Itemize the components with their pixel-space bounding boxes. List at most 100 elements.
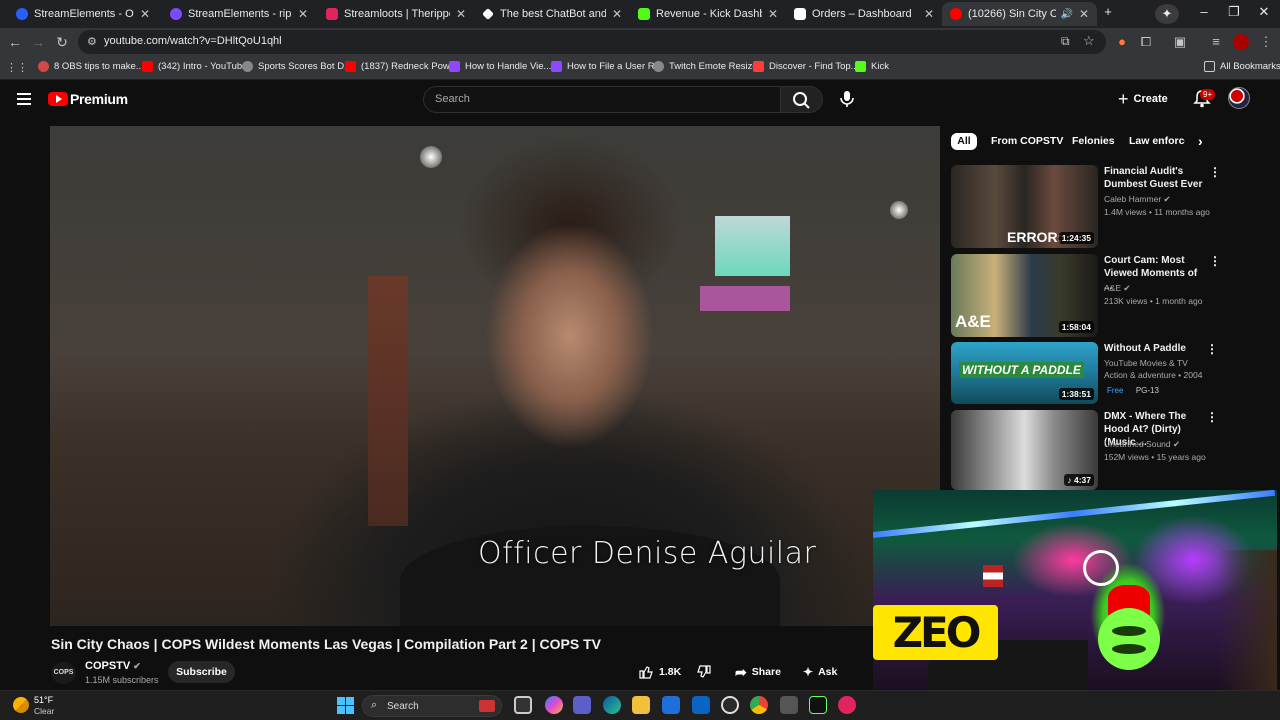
close-tab-icon[interactable]: ✕ [456,7,466,21]
recommendation-channel[interactable]: A&E ✔ [1104,283,1131,294]
address-bar[interactable]: ⚙ youtube.com/watch?v=DHltQoU1qhl ⧉ ☆ [78,30,1106,54]
extensions-puzzle-icon[interactable]: ⧠ [1138,34,1154,50]
all-bookmarks-button[interactable]: All Bookmarks [1204,61,1280,72]
store-icon[interactable] [662,696,680,714]
browser-tab[interactable]: Revenue - Kick Dashboard ✕ [630,2,786,26]
close-tab-icon[interactable]: ✕ [1079,7,1089,21]
recommendation-channel[interactable]: YouTube Movies & TV [1104,358,1188,368]
browser-tab[interactable]: StreamElements - Overlays ✕ [8,2,158,26]
search-button[interactable] [781,86,823,113]
obs-icon[interactable] [721,696,739,714]
bookmark-item[interactable]: Discover - Find Top... [753,61,859,72]
close-tab-icon[interactable]: ✕ [612,7,622,21]
more-options-icon[interactable]: ⋮ [1209,254,1221,268]
video-player[interactable]: Officer Denise Aguilar [50,126,940,626]
app-icon[interactable] [838,696,856,714]
taskbar-search[interactable]: ⌕ Search [362,695,502,717]
dislike-button[interactable] [696,661,712,683]
close-tab-icon[interactable]: ✕ [140,7,150,21]
youtube-header: Premium Search + Create 9+ [0,80,1280,120]
chip-felonies[interactable]: Felonies [1072,133,1115,150]
logo-text[interactable]: Premium [70,91,128,107]
subscribe-button[interactable]: Subscribe [168,661,235,683]
youtube-logo-icon[interactable] [48,92,68,106]
apps-grid-icon[interactable]: ⋮⋮ [6,60,28,76]
cast-icon[interactable]: ⧉ [1061,34,1070,49]
bookmark-item[interactable]: (1837) Redneck Pow... [345,61,457,72]
close-tab-icon[interactable]: ✕ [924,7,934,21]
channel-avatar[interactable]: COPS [51,662,76,684]
share-button[interactable]: ➦ Share [735,661,781,683]
video-thumbnail[interactable]: ♪ 4:37 [951,410,1098,490]
recommendation-item[interactable]: WITHOUT A PADDLE 1:38:51 Without A Paddl… [951,342,1261,404]
browser-tab[interactable]: Streamloots | Therippedredne ✕ [318,2,474,26]
recommendation-item[interactable]: ERROR: 1:24:35 Financial Audit's Dumbest… [951,165,1261,248]
close-tab-icon[interactable]: ✕ [298,7,308,21]
menu-icon[interactable] [17,93,31,105]
recommendation-item[interactable]: ♪ 4:37 DMX - Where The Hood At? (Dirty) … [951,410,1261,490]
ask-button[interactable]: ✦ Ask [803,661,837,683]
side-panel-icon[interactable]: ▣ [1172,34,1188,50]
app-icon[interactable] [780,696,798,714]
back-button[interactable]: ← [6,34,24,50]
speaker-icon[interactable]: 🔊 [1060,9,1072,20]
reload-button[interactable]: ↻ [53,34,71,50]
gemini-icon[interactable]: ✦ [1155,4,1179,24]
bookmark-item[interactable]: How to Handle Vie... [449,61,551,72]
outlook-icon[interactable] [692,696,710,714]
bookmark-item[interactable]: Sports Scores Bot D... [242,61,352,72]
chip-from-channel[interactable]: From COPSTV [991,133,1063,150]
new-tab-button[interactable]: + [1096,4,1120,19]
recommendation-channel[interactable]: Caleb Hammer ✔ [1104,194,1171,205]
recommendation-title[interactable]: Without A Paddle [1104,342,1204,355]
bookmark-item[interactable]: Kick [855,61,889,72]
more-options-icon[interactable]: ⋮ [1209,165,1221,179]
teams-icon[interactable] [573,696,591,714]
video-thumbnail[interactable]: A&E 1:58:04 [951,254,1098,337]
chevron-right-icon[interactable]: › [1198,133,1203,150]
search-input[interactable]: Search [423,86,781,113]
browser-tab[interactable]: Orders – Dashboard ✕ [786,2,942,26]
edge-icon[interactable] [603,696,621,714]
account-avatar[interactable] [1228,87,1250,109]
chip-law-enforcement[interactable]: Law enforce [1129,133,1185,150]
weather-temperature[interactable]: 51°F [34,695,53,705]
windows-start-icon[interactable] [337,697,354,714]
chip-all[interactable]: All [951,133,977,150]
video-thumbnail[interactable]: ERROR: 1:24:35 [951,165,1098,248]
more-options-icon[interactable]: ⋮ [1206,410,1218,424]
forward-button[interactable]: → [29,34,47,50]
minimize-button[interactable]: – [1192,4,1216,19]
microphone-icon[interactable] [838,89,856,109]
recommendation-channel[interactable]: Unearthed Sound ✔ [1104,439,1180,450]
copilot-icon[interactable] [545,696,563,714]
recommendation-title[interactable]: Financial Audit's Dumbest Guest Ever [1104,165,1204,191]
browser-tab-active[interactable]: (10266) Sin City Chaos | CC 🔊 ✕ [942,2,1097,26]
video-thumbnail[interactable]: WITHOUT A PADDLE 1:38:51 [951,342,1098,404]
profile-avatar[interactable] [1233,34,1249,50]
terminal-icon[interactable] [809,696,827,714]
site-info-icon[interactable]: ⚙ [87,35,97,48]
file-explorer-icon[interactable] [632,696,650,714]
extension-fire-icon[interactable]: ● [1114,34,1130,50]
browser-tab[interactable]: StreamElements - rippedredne ✕ [162,2,316,26]
close-window-button[interactable]: ✕ [1252,4,1276,20]
media-controls-icon[interactable]: ≡ [1208,34,1224,50]
more-options-icon[interactable]: ⋮ [1206,342,1218,356]
recommendation-item[interactable]: A&E 1:58:04 Court Cam: Most Viewed Momen… [951,254,1261,337]
bookmark-item[interactable]: How to File a User R... [551,61,663,72]
channel-name[interactable]: COPSTV ✔ [85,660,141,672]
maximize-button[interactable]: ❐ [1222,4,1246,20]
bookmark-item[interactable]: Twitch Emote Resizer [653,61,761,72]
bookmark-item[interactable]: 8 OBS tips to make... [38,61,144,72]
like-button[interactable]: 1.8K [638,661,681,683]
chrome-menu-icon[interactable]: ⋮ [1258,34,1274,50]
chrome-icon[interactable] [750,696,768,714]
browser-tab[interactable]: The best ChatBot and Widgets ✕ [474,2,630,26]
create-button[interactable]: + Create [1118,87,1168,111]
weather-moon-icon[interactable] [13,697,29,713]
bookmark-item[interactable]: (342) Intro - YouTube [142,61,247,72]
close-tab-icon[interactable]: ✕ [768,7,778,21]
bookmark-star-icon[interactable]: ☆ [1083,33,1095,49]
task-view-icon[interactable] [514,696,532,714]
